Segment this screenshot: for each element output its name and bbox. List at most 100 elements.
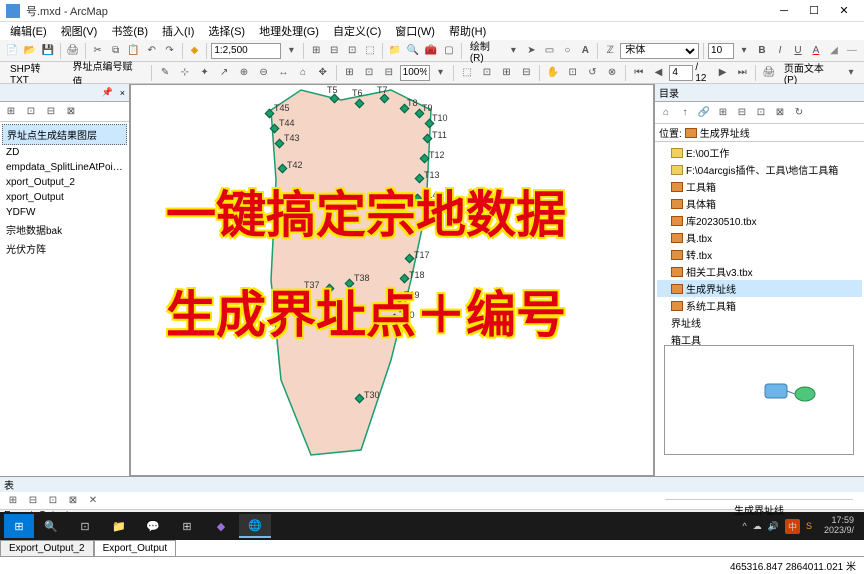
- attr-menu-icon[interactable]: ⊞: [4, 492, 22, 510]
- t13-icon[interactable]: ⬚: [458, 64, 476, 82]
- t12-icon[interactable]: ⊟: [380, 64, 398, 82]
- tree-item[interactable]: E:\00工作: [657, 144, 862, 161]
- tray-app-icon[interactable]: S: [806, 521, 812, 531]
- tree-item[interactable]: 界址线: [657, 314, 862, 331]
- search-icon[interactable]: 🔍: [405, 42, 421, 60]
- pan-icon[interactable]: ✋: [544, 64, 562, 82]
- clock[interactable]: 17:59 2023/9/: [818, 516, 860, 536]
- toolbox-icon[interactable]: 🧰: [423, 42, 439, 60]
- wechat-icon[interactable]: 💬: [137, 514, 169, 538]
- cat-home-icon[interactable]: ⌂: [657, 104, 675, 122]
- menu-bookmark[interactable]: 书签(B): [105, 21, 154, 41]
- page-input[interactable]: [669, 65, 693, 81]
- tree-item[interactable]: 生成界址线: [657, 280, 862, 297]
- fontsize-dropdown-icon[interactable]: ▾: [736, 42, 752, 60]
- t10-icon[interactable]: ⊞: [341, 64, 359, 82]
- prev-page-icon[interactable]: ◀: [650, 64, 668, 82]
- bold-icon[interactable]: B: [754, 42, 770, 60]
- ime-indicator[interactable]: 中: [785, 519, 800, 534]
- tool4-icon[interactable]: ⬚: [362, 42, 378, 60]
- t8-icon[interactable]: ⌂: [294, 64, 312, 82]
- map-view[interactable]: T45 T44 T43 T42 T5 T6 T7 T8 T9 T10 T11 T…: [130, 84, 654, 476]
- new-icon[interactable]: 📄: [4, 42, 20, 60]
- taskview-icon[interactable]: ⊡: [69, 514, 101, 538]
- tray-up-icon[interactable]: ^: [742, 521, 746, 531]
- toc-layer[interactable]: YDFW: [2, 205, 127, 220]
- search-icon[interactable]: 🔍: [35, 514, 67, 538]
- menu-view[interactable]: 视图(V): [55, 21, 104, 41]
- toc-layer[interactable]: 光伏方阵: [2, 239, 127, 258]
- italic-icon[interactable]: I: [772, 42, 788, 60]
- catalog-icon[interactable]: 📁: [387, 42, 403, 60]
- toc-body[interactable]: 界址点生成结果图层 ZD empdata_SplitLineAtPointuuu…: [0, 122, 129, 476]
- attr-tab[interactable]: Export_Output: [94, 540, 176, 556]
- cat-t6-icon[interactable]: ⊡: [752, 104, 770, 122]
- boundary-number-button[interactable]: 界址点编号赋值: [67, 58, 148, 88]
- close-button[interactable]: ✕: [830, 2, 858, 20]
- pin-icon[interactable]: 📌: [102, 87, 113, 98]
- t6-icon[interactable]: ⊖: [255, 64, 273, 82]
- attr-tab[interactable]: Export_Output_2: [0, 540, 94, 556]
- toc-layer[interactable]: 界址点生成结果图层: [2, 124, 127, 145]
- page-text-dropdown-icon[interactable]: ▾: [842, 64, 860, 82]
- t15-icon[interactable]: ⊞: [498, 64, 516, 82]
- toc-layer[interactable]: xport_Output_2: [2, 175, 127, 190]
- tree-item[interactable]: 系统工具箱: [657, 297, 862, 314]
- t4-icon[interactable]: ↗: [215, 64, 233, 82]
- next-page-icon[interactable]: ▶: [714, 64, 732, 82]
- t3-icon[interactable]: ✦: [196, 64, 214, 82]
- last-page-icon[interactable]: ⏭: [733, 64, 751, 82]
- rect-icon[interactable]: ▭: [541, 42, 557, 60]
- print-ddp-icon[interactable]: 🖨: [760, 64, 778, 82]
- zoom-input[interactable]: [400, 65, 430, 81]
- tree-item[interactable]: 库20230510.tbx: [657, 212, 862, 229]
- menu-edit[interactable]: 编辑(E): [4, 21, 53, 41]
- cat-t5-icon[interactable]: ⊟: [733, 104, 751, 122]
- python-icon[interactable]: ▢: [441, 42, 457, 60]
- tool3-icon[interactable]: ⊡: [344, 42, 360, 60]
- page-text-button[interactable]: 页面文本(P): [780, 60, 840, 86]
- toc-close-icon[interactable]: ×: [120, 88, 125, 98]
- t19-icon[interactable]: ⊗: [603, 64, 621, 82]
- start-button[interactable]: ⊞: [4, 514, 34, 538]
- toc-layer[interactable]: 宗地数据bak: [2, 220, 127, 239]
- t18-icon[interactable]: ↺: [584, 64, 602, 82]
- scale-dropdown-icon[interactable]: ▾: [283, 42, 299, 60]
- shp2txt-button[interactable]: SHP转TXT: [4, 60, 65, 86]
- menu-insert[interactable]: 插入(I): [156, 21, 200, 41]
- toc-select-icon[interactable]: ⊠: [62, 103, 80, 121]
- tree-item[interactable]: 转.tbx: [657, 246, 862, 263]
- draw-label[interactable]: 绘制(R): [466, 38, 504, 64]
- t14-icon[interactable]: ⊡: [478, 64, 496, 82]
- menu-select[interactable]: 选择(S): [202, 21, 251, 41]
- open-icon[interactable]: 📂: [22, 42, 38, 60]
- menu-customize[interactable]: 自定义(C): [327, 21, 387, 41]
- linecolor-icon[interactable]: —: [844, 42, 860, 60]
- zoom-dropdown-icon[interactable]: ▾: [432, 64, 450, 82]
- tool1-icon[interactable]: ⊞: [308, 42, 324, 60]
- cat-connect-icon[interactable]: 🔗: [695, 104, 713, 122]
- tree-item[interactable]: 工具箱: [657, 178, 862, 195]
- menu-geoprocessing[interactable]: 地理处理(G): [253, 21, 325, 41]
- redo-icon[interactable]: ↷: [162, 42, 178, 60]
- tree-item[interactable]: F:\04arcgis插件、工具\地信工具箱: [657, 161, 862, 178]
- toc-source-icon[interactable]: ⊡: [22, 103, 40, 121]
- fillcolor-icon[interactable]: ◢: [826, 42, 842, 60]
- font-select[interactable]: 宋体: [620, 43, 699, 59]
- cat-up-icon[interactable]: ↑: [676, 104, 694, 122]
- add-data-icon[interactable]: ◆: [186, 42, 202, 60]
- editor-icon[interactable]: ✎: [156, 64, 174, 82]
- t17-icon[interactable]: ⊡: [564, 64, 582, 82]
- font-icon[interactable]: ℤ: [602, 42, 618, 60]
- t2-icon[interactable]: ⊹: [176, 64, 194, 82]
- t5-icon[interactable]: ⊕: [235, 64, 253, 82]
- vs-icon[interactable]: ◆: [205, 514, 237, 538]
- save-icon[interactable]: 💾: [40, 42, 56, 60]
- toc-visible-icon[interactable]: ⊟: [42, 103, 60, 121]
- toc-layer[interactable]: empdata_SplitLineAtPointuuu: [2, 160, 127, 175]
- tree-item[interactable]: 具.tbx: [657, 229, 862, 246]
- t7-icon[interactable]: ↔: [274, 64, 292, 82]
- draw-dropdown-icon[interactable]: ▾: [505, 42, 521, 60]
- tree-item[interactable]: 具体箱: [657, 195, 862, 212]
- cat-refresh-icon[interactable]: ↻: [790, 104, 808, 122]
